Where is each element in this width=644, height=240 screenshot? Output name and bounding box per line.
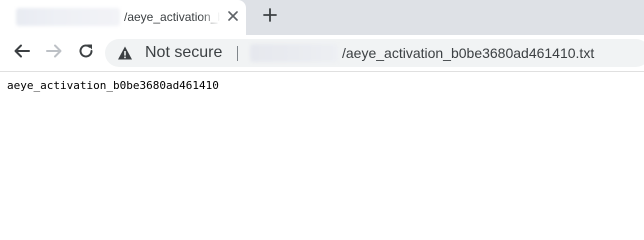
tab-title: /aeye_activation_b0be3680ad461410.txt xyxy=(124,10,220,24)
plus-icon xyxy=(263,7,277,27)
redacted-tab-title-blur xyxy=(16,8,120,26)
arrow-left-icon xyxy=(13,42,31,65)
warning-triangle-icon[interactable] xyxy=(117,45,133,61)
tab-close-button[interactable] xyxy=(224,8,242,26)
reload-button[interactable] xyxy=(75,42,97,64)
security-status-text[interactable]: Not secure xyxy=(145,44,222,62)
address-bar[interactable]: Not secure /aeye_activation_b0be3680ad46… xyxy=(105,39,644,67)
active-tab[interactable]: /aeye_activation_b0be3680ad461410.txt xyxy=(0,0,246,35)
forward-button[interactable] xyxy=(43,42,65,64)
url-path[interactable]: /aeye_activation_b0be3680ad461410.txt xyxy=(342,45,594,61)
page-content: aeye_activation_b0be3680ad461410 xyxy=(0,72,644,215)
document-text: aeye_activation_b0be3680ad461410 xyxy=(7,79,219,92)
arrow-right-icon xyxy=(45,42,63,65)
close-icon xyxy=(228,8,238,26)
tab-strip: /aeye_activation_b0be3680ad461410.txt xyxy=(0,0,644,35)
toolbar: Not secure /aeye_activation_b0be3680ad46… xyxy=(0,35,644,71)
back-button[interactable] xyxy=(11,42,33,64)
browser-window: /aeye_activation_b0be3680ad461410.txt xyxy=(0,0,644,215)
new-tab-button[interactable] xyxy=(260,7,280,27)
redacted-host-blur xyxy=(250,44,338,62)
omnibox-separator xyxy=(237,46,238,61)
reload-icon xyxy=(77,42,95,65)
